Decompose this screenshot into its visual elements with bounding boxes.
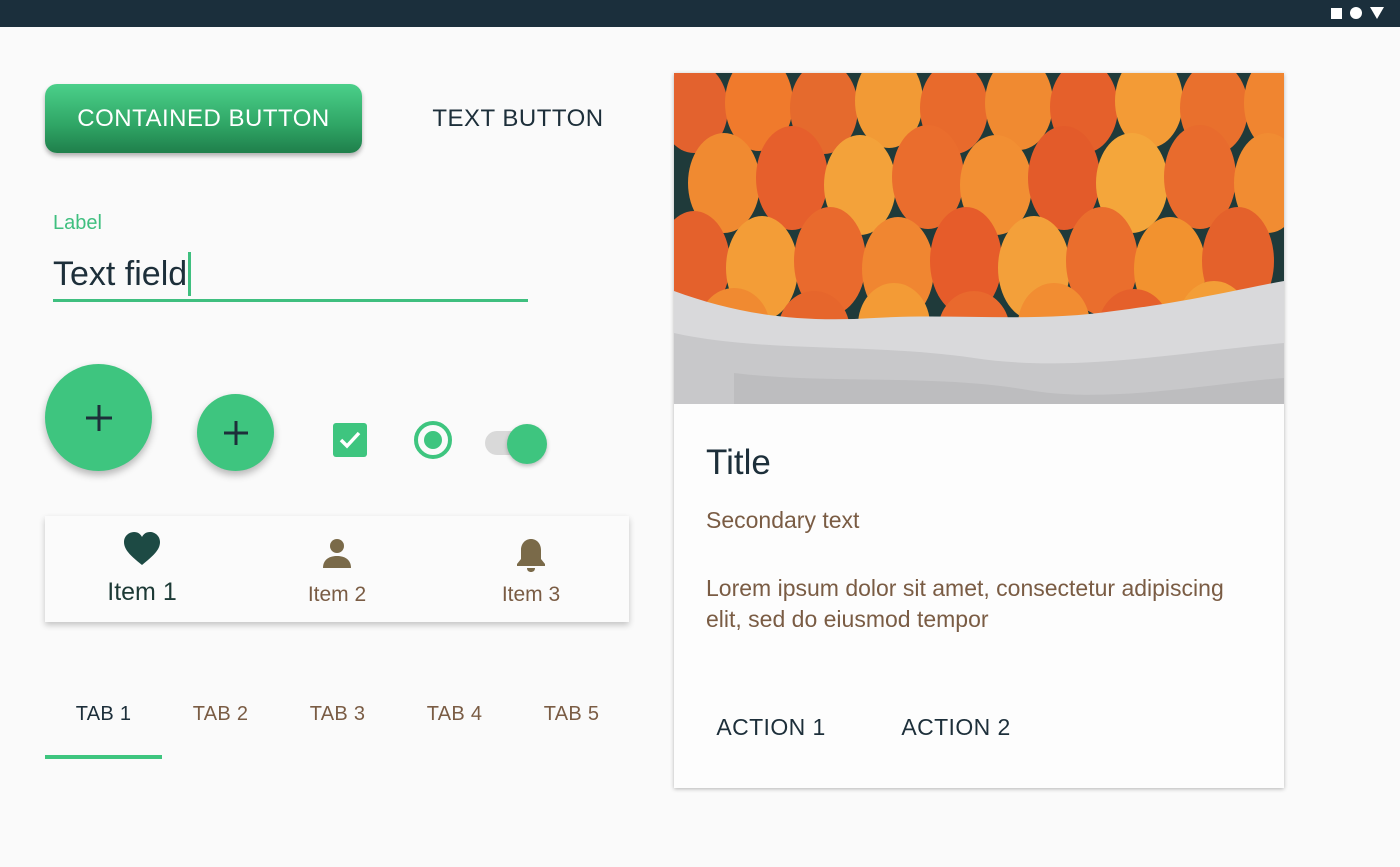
card-body-text: Lorem ipsum dolor sit amet, consectetur … — [706, 575, 1224, 632]
text-field-underline — [53, 299, 528, 302]
card: Title Secondary text Lorem ipsum dolor s… — [674, 73, 1284, 788]
tab-4[interactable]: TAB 4 — [396, 680, 513, 748]
status-icons — [1331, 7, 1384, 19]
bottom-nav-item-2[interactable]: Item 2 — [240, 516, 434, 622]
circle-icon — [1350, 7, 1362, 19]
bell-icon — [517, 539, 545, 572]
card-action-2-button[interactable]: ACTION 2 — [886, 703, 1026, 751]
triangle-icon — [1370, 7, 1384, 19]
text-field-label: Label — [53, 212, 102, 234]
tab-3[interactable]: TAB 3 — [279, 680, 396, 748]
plus-icon — [85, 404, 112, 431]
checkmark-icon — [339, 431, 361, 449]
large-fab-button[interactable] — [45, 364, 152, 471]
person-icon — [323, 539, 351, 568]
plus-icon — [223, 420, 248, 445]
checkbox[interactable] — [333, 423, 367, 457]
small-fab-button[interactable] — [197, 394, 274, 471]
tab-1[interactable]: TAB 1 — [45, 680, 162, 748]
tulips-image — [674, 73, 1284, 404]
status-bar — [0, 0, 1400, 27]
tab-bar: TAB 1 TAB 2 TAB 3 TAB 4 TAB 5 — [45, 680, 635, 760]
bottom-nav-item-3[interactable]: Item 3 — [434, 516, 628, 622]
text-button[interactable]: TEXT BUTTON — [412, 84, 624, 153]
tab-2[interactable]: TAB 2 — [162, 680, 279, 748]
square-icon — [1331, 7, 1342, 19]
switch-thumb[interactable] — [507, 424, 547, 464]
bottom-nav-label: Item 2 — [307, 583, 367, 606]
radio-dot — [424, 431, 442, 449]
bottom-nav-label: Item 1 — [107, 578, 177, 606]
text-cursor — [188, 252, 192, 296]
card-title: Title — [706, 443, 771, 482]
tab-5[interactable]: TAB 5 — [513, 680, 630, 748]
card-secondary-text: Secondary text — [706, 507, 860, 533]
radio-button[interactable] — [414, 421, 452, 459]
text-field-input[interactable]: Text field — [53, 252, 192, 296]
bottom-nav-label: Item 3 — [501, 583, 561, 606]
bottom-navigation: Item 1 Item 2 Item 3 — [45, 516, 629, 622]
heart-icon — [124, 532, 160, 565]
contained-button[interactable]: CONTAINED BUTTON — [45, 84, 362, 153]
text-field-value: Text field — [53, 255, 188, 293]
tab-indicator — [45, 755, 162, 759]
bottom-nav-item-1[interactable]: Item 1 — [45, 516, 239, 622]
card-action-1-button[interactable]: ACTION 1 — [706, 703, 836, 751]
